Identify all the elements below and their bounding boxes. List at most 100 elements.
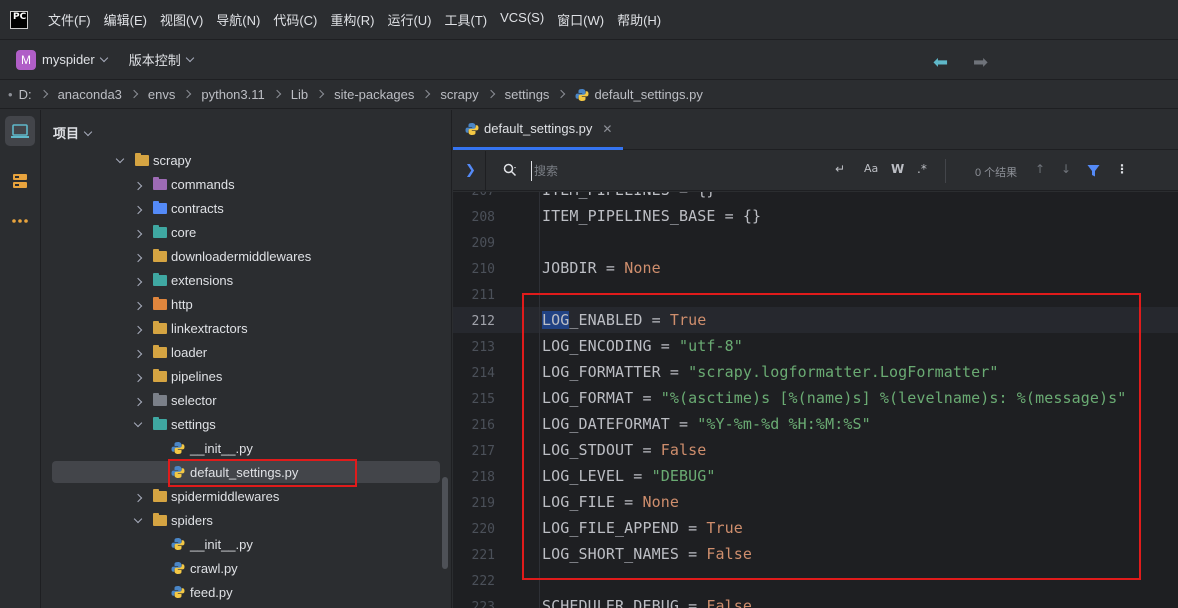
- menu-item[interactable]: 重构(R): [330, 10, 374, 29]
- tab-default-settings[interactable]: default_settings.py ✕: [453, 110, 623, 150]
- folder-icon: [153, 200, 167, 214]
- panel-title[interactable]: 项目: [53, 123, 93, 142]
- project-toolbar: M myspider 版本控制 ⬅ ➡: [0, 40, 1178, 80]
- chevron-right-icon[interactable]: [133, 493, 143, 502]
- tree-item-label: core: [171, 224, 197, 240]
- more-tools-icon[interactable]: [5, 206, 35, 236]
- line-number: 213: [471, 340, 495, 355]
- chevron-right-icon[interactable]: [133, 277, 143, 286]
- breadcrumb-item[interactable]: D:: [19, 87, 32, 102]
- menu-item[interactable]: 工具(T): [444, 10, 487, 29]
- forward-arrow-icon[interactable]: ➡: [973, 52, 988, 73]
- find-bar: ❯ ↵ Aa W .* 0 个结果 ↑ ↓ ⋮: [453, 151, 1178, 191]
- menu-item[interactable]: 窗口(W): [557, 10, 604, 29]
- chevron-right-icon[interactable]: [133, 229, 143, 238]
- breadcrumb-item[interactable]: anaconda3: [58, 87, 122, 102]
- tree-folder-item[interactable]: contracts: [52, 197, 450, 219]
- breadcrumb-item[interactable]: scrapy: [440, 87, 478, 102]
- menu-item[interactable]: 运行(U): [387, 10, 431, 29]
- folder-icon: [153, 344, 167, 358]
- tree-folder-item[interactable]: spidermiddlewares: [52, 485, 450, 507]
- tree-folder-item[interactable]: pipelines: [52, 365, 450, 387]
- code-line[interactable]: JOBDIR = None: [542, 259, 661, 277]
- chevron-down-icon[interactable]: [185, 53, 195, 63]
- match-case-button[interactable]: Aa: [864, 162, 878, 175]
- menu-item[interactable]: 导航(N): [216, 10, 260, 29]
- chevron-down-icon[interactable]: [133, 418, 143, 427]
- menu-item[interactable]: 视图(V): [160, 10, 203, 29]
- chevron-right-icon: [486, 89, 495, 99]
- tree-scrollbar[interactable]: [442, 477, 448, 569]
- breadcrumb-item[interactable]: site-packages: [334, 87, 414, 102]
- filter-icon[interactable]: [1087, 164, 1100, 178]
- code-editor[interactable]: 207 208 209 210 211 212 213 214 215 216 217 218 219 2…: [453, 192, 1178, 608]
- regex-button[interactable]: .*: [917, 162, 927, 176]
- tree-folder-item[interactable]: http: [52, 293, 450, 315]
- tree-folder-item[interactable]: commands: [52, 173, 450, 195]
- menu-item[interactable]: 代码(C): [273, 10, 317, 29]
- tree-folder-item[interactable]: linkextractors: [52, 317, 450, 339]
- chevron-right-icon[interactable]: [133, 397, 143, 406]
- tree-folder-item[interactable]: settings: [52, 413, 450, 435]
- code-token: ITEM_PIPELINES_BASE = {}: [542, 207, 762, 225]
- breadcrumb-item[interactable]: Lib: [291, 87, 308, 102]
- tree-item-label: feed.py: [190, 584, 233, 600]
- folder-icon: [153, 176, 167, 190]
- code-line[interactable]: ITEM_PIPELINES_BASE = {}: [542, 207, 761, 225]
- arrow-up-icon[interactable]: ↑: [1035, 162, 1045, 176]
- tree-folder-item[interactable]: spiders: [52, 509, 450, 531]
- tree-folder-item[interactable]: loader: [52, 341, 450, 363]
- breadcrumb-item[interactable]: envs: [148, 87, 175, 102]
- tree-folder-item[interactable]: selector: [52, 389, 450, 411]
- code-token: SCHEDULER_DEBUG =: [542, 597, 707, 608]
- code-line[interactable]: SCHEDULER_DEBUG = False: [542, 597, 752, 608]
- chevron-right-icon: [557, 89, 566, 99]
- tree-folder-item[interactable]: scrapy: [52, 149, 450, 171]
- chevron-down-icon[interactable]: [99, 53, 108, 63]
- tree-item-label: linkextractors: [171, 320, 248, 336]
- chevron-right-icon[interactable]: [133, 253, 143, 262]
- tree-folder-item[interactable]: core: [52, 221, 450, 243]
- chevron-down-icon[interactable]: [133, 514, 143, 523]
- menu-item[interactable]: VCS(S): [500, 10, 544, 29]
- project-badge[interactable]: M: [16, 49, 36, 70]
- tree-file-item[interactable]: __init__.py: [52, 533, 450, 555]
- vcs-menu-button[interactable]: 版本控制: [129, 50, 181, 69]
- chevron-right-icon[interactable]: ❯: [465, 163, 476, 178]
- structure-tool-icon[interactable]: [5, 166, 35, 196]
- breadcrumb-item[interactable]: python3.11: [201, 87, 264, 102]
- folder-icon: [153, 296, 167, 310]
- chevron-right-icon: [272, 89, 281, 99]
- chevron-right-icon[interactable]: [133, 205, 143, 214]
- tree-folder-item[interactable]: extensions: [52, 269, 450, 291]
- chevron-down-icon[interactable]: [83, 127, 93, 137]
- menu-item[interactable]: 帮助(H): [617, 10, 661, 29]
- tree-folder-item[interactable]: downloadermiddlewares: [52, 245, 450, 267]
- project-tool-icon[interactable]: [5, 116, 35, 146]
- search-icon[interactable]: [503, 163, 517, 177]
- tree-item-label: downloadermiddlewares: [171, 248, 312, 264]
- tree-file-item[interactable]: __init__.py: [52, 437, 450, 459]
- close-icon[interactable]: ✕: [602, 122, 612, 136]
- new-line-icon[interactable]: ↵: [835, 162, 845, 176]
- back-arrow-icon[interactable]: ⬅: [933, 52, 948, 73]
- chevron-right-icon[interactable]: [133, 349, 143, 358]
- tree-file-item[interactable]: crawl.py: [52, 557, 450, 579]
- chevron-right-icon[interactable]: [133, 181, 143, 190]
- more-options-icon[interactable]: ⋮: [1116, 162, 1128, 176]
- breadcrumb-item[interactable]: default_settings.py: [594, 87, 702, 102]
- menu-item[interactable]: 编辑(E): [104, 10, 147, 29]
- code-line[interactable]: ITEM_PIPELINES = {}: [542, 192, 715, 199]
- chevron-right-icon[interactable]: [133, 373, 143, 382]
- arrow-down-icon[interactable]: ↓: [1061, 162, 1071, 176]
- project-name[interactable]: myspider: [42, 52, 95, 67]
- whole-word-button[interactable]: W: [891, 162, 904, 176]
- tree-file-item[interactable]: feed.py: [52, 581, 450, 603]
- menu-item[interactable]: 文件(F): [48, 10, 91, 29]
- search-input[interactable]: [531, 161, 811, 181]
- breadcrumb-item[interactable]: settings: [505, 87, 550, 102]
- chevron-right-icon[interactable]: [133, 325, 143, 334]
- folder-icon: [153, 416, 167, 430]
- chevron-down-icon[interactable]: [115, 154, 125, 163]
- chevron-right-icon[interactable]: [133, 301, 143, 310]
